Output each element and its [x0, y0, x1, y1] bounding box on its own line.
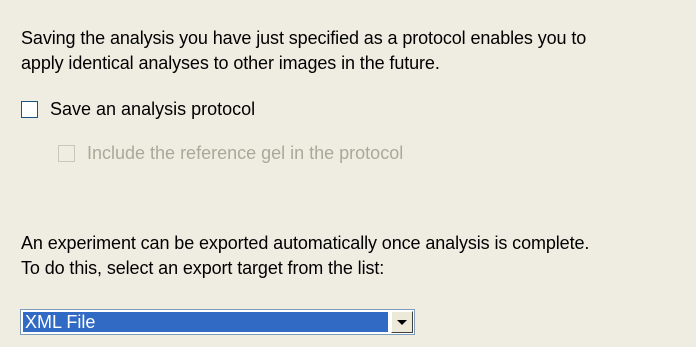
- chevron-down-icon: [397, 319, 407, 325]
- save-protocol-label[interactable]: Save an analysis protocol: [50, 99, 255, 120]
- include-reference-label: Include the reference gel in the protoco…: [87, 142, 404, 163]
- protocol-description: Saving the analysis you have just specif…: [21, 26, 586, 76]
- export-description-line-1: An experiment can be exported automatica…: [21, 233, 590, 253]
- export-options-panel: Saving the analysis you have just specif…: [0, 0, 696, 347]
- save-protocol-option[interactable]: Save an analysis protocol: [21, 97, 255, 121]
- include-reference-option: Include the reference gel in the protoco…: [58, 141, 403, 165]
- export-target-selected-value[interactable]: XML File: [23, 312, 388, 332]
- export-description: An experiment can be exported automatica…: [21, 231, 589, 281]
- protocol-description-line-2: apply identical analyses to other images…: [21, 53, 440, 73]
- export-target-dropdown[interactable]: XML File: [20, 309, 415, 335]
- save-protocol-checkbox[interactable]: [21, 100, 38, 118]
- protocol-description-line-1: Saving the analysis you have just specif…: [21, 28, 587, 48]
- dropdown-button[interactable]: [391, 311, 413, 333]
- include-reference-checkbox: [58, 144, 75, 162]
- export-description-line-2: To do this, select an export target from…: [21, 258, 385, 278]
